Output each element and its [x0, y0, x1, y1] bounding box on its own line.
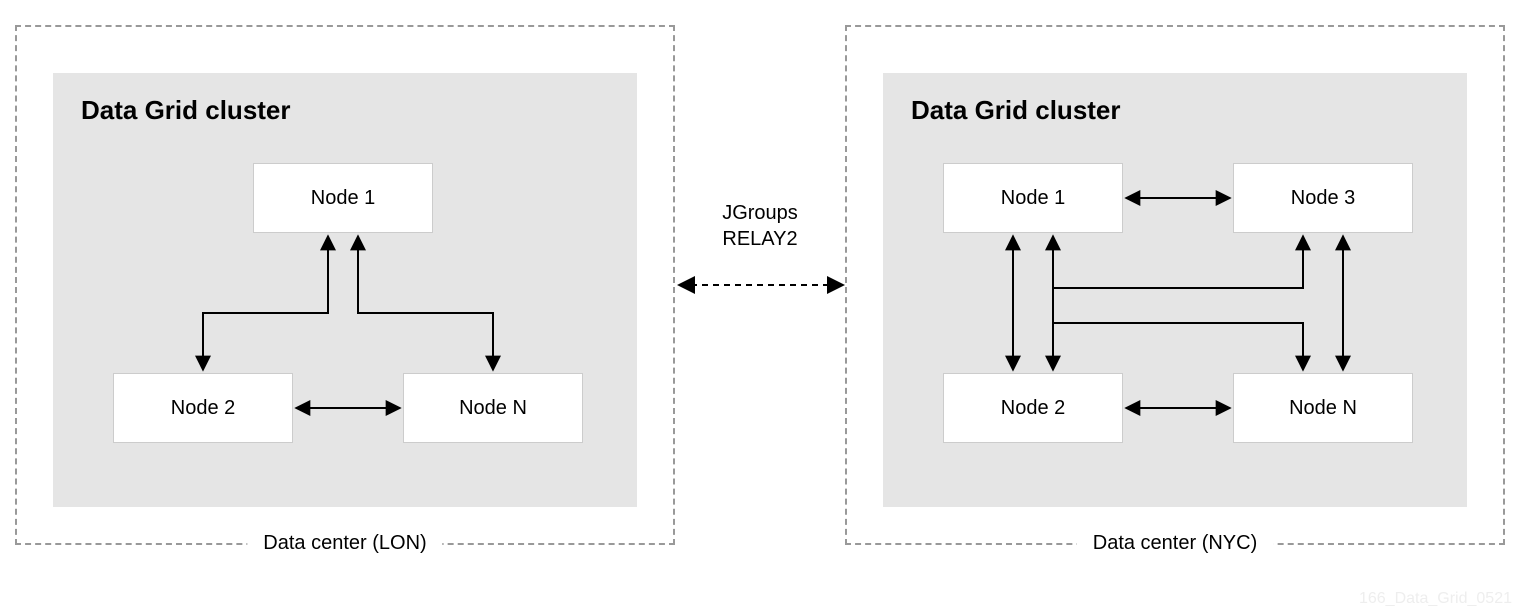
cluster-lon-title: Data Grid cluster: [81, 95, 291, 126]
node-label: Node N: [1289, 397, 1357, 420]
node-label: Node 1: [1001, 187, 1066, 210]
node-lon-1: Node 1: [253, 163, 433, 233]
cluster-lon-connections: [53, 73, 641, 511]
node-label: Node 3: [1291, 187, 1356, 210]
node-nyc-2: Node 2: [943, 373, 1123, 443]
node-label: Node N: [459, 397, 527, 420]
node-lon-n: Node N: [403, 373, 583, 443]
datacenter-nyc-label: Data center (NYC): [1077, 532, 1274, 555]
node-nyc-3: Node 3: [1233, 163, 1413, 233]
node-nyc-n: Node N: [1233, 373, 1413, 443]
watermark: 166_Data_Grid_0521: [1359, 590, 1512, 608]
cluster-lon: Data Grid cluster Node 1 Node 2 Node N: [53, 73, 637, 507]
relay-label: JGroups RELAY2: [722, 200, 798, 252]
datacenter-lon: Data center (LON) Data Grid cluster Node…: [15, 25, 675, 545]
cluster-nyc-connections: [883, 73, 1471, 511]
node-label: Node 2: [171, 397, 236, 420]
node-lon-2: Node 2: [113, 373, 293, 443]
datacenter-lon-label: Data center (LON): [247, 532, 442, 555]
relay-line1: JGroups: [722, 200, 798, 226]
node-label: Node 2: [1001, 397, 1066, 420]
cluster-nyc: Data Grid cluster Node 1 Node 3 Node 2 N…: [883, 73, 1467, 507]
relay-line2: RELAY2: [722, 226, 798, 252]
diagram-canvas: Data center (LON) Data Grid cluster Node…: [0, 0, 1520, 616]
node-label: Node 1: [311, 187, 376, 210]
cluster-nyc-title: Data Grid cluster: [911, 95, 1121, 126]
node-nyc-1: Node 1: [943, 163, 1123, 233]
datacenter-nyc: Data center (NYC) Data Grid cluster Node…: [845, 25, 1505, 545]
